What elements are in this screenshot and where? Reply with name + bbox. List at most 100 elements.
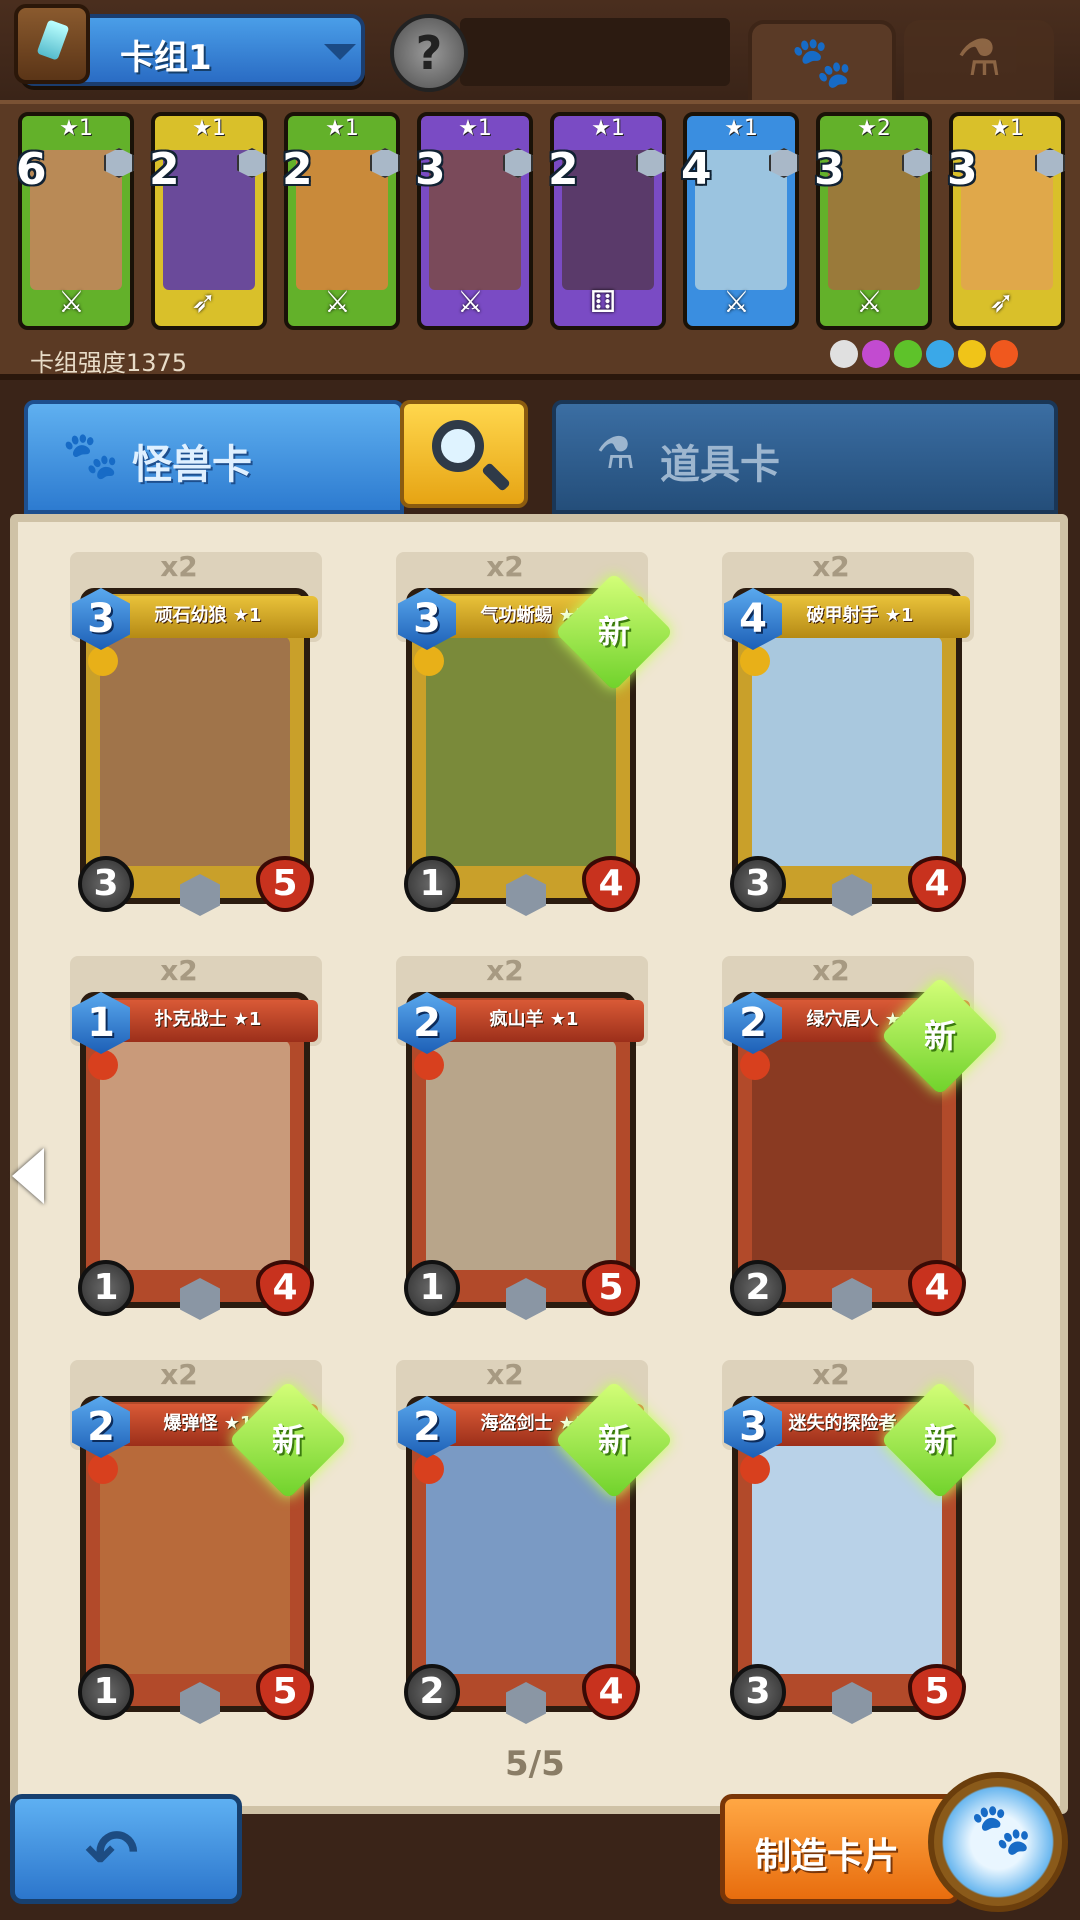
faction-icon (414, 646, 444, 676)
monster-card[interactable]: 爆弹怪 ★1 2 1 5 新 (72, 1380, 348, 1724)
avatar[interactable]: ? (390, 14, 468, 92)
tab-item-deck[interactable]: ⚗ (904, 20, 1054, 100)
card-cost: 4 (681, 144, 712, 195)
deck-card[interactable]: ★1 6 ⚔ (16, 112, 134, 330)
card-slot[interactable]: x2 顽石幼狼 ★1 3 3 5 (60, 550, 322, 916)
faction-icon (414, 1454, 444, 1484)
card-cost: 3 (947, 144, 978, 195)
card-attack: 1 (78, 1260, 134, 1316)
monster-card[interactable]: 破甲射手 ★1 4 3 4 (724, 588, 970, 916)
card-cost: 6 (16, 144, 47, 195)
monster-card[interactable]: 绿穴居人 ★1 2 2 4 新 (724, 976, 1000, 1320)
card-art (426, 1040, 616, 1270)
card-slot[interactable]: x2 扑克战士 ★1 1 1 4 (60, 954, 322, 1320)
card-name: 疯山羊 ★1 (424, 1000, 644, 1042)
paw-icon: 🐾 (970, 1800, 1033, 1858)
new-badge: 新 (880, 1380, 1000, 1500)
deck-card[interactable]: ★1 3 ➶ (947, 112, 1065, 330)
card-slot[interactable]: x2 爆弹怪 ★1 2 1 5 新 (60, 1358, 348, 1724)
card-count: x2 (160, 1358, 198, 1391)
card-attack: 1 (78, 1664, 134, 1720)
card-stars: ★2 (857, 116, 891, 141)
card-slot[interactable]: x2 绿穴居人 ★1 2 2 4 新 (712, 954, 1000, 1320)
card-slot[interactable]: x2 气功蜥蜴 ★1 3 1 4 新 (386, 550, 674, 916)
element-icon (926, 340, 954, 368)
new-badge-label: 新 (271, 1421, 304, 1459)
deck-card[interactable]: ★1 3 ⚔ (415, 112, 533, 330)
search-button[interactable] (400, 400, 528, 508)
card-count: x2 (486, 550, 524, 583)
deck-card[interactable]: ★2 3 ⚔ (814, 112, 932, 330)
card-attack: 2 (404, 1664, 460, 1720)
deck-power: 卡组强度1375 (30, 349, 188, 377)
tab-item-label: 道具卡 (660, 442, 780, 488)
monster-card[interactable]: 扑克战士 ★1 1 1 4 (72, 992, 318, 1320)
card-cost: 3 (415, 144, 446, 195)
faction-icon (740, 1454, 770, 1484)
potion-flask-icon[interactable]: 🐾 (928, 1772, 1068, 1912)
card-slot[interactable]: x2 破甲射手 ★1 4 3 4 (712, 550, 974, 916)
card-attack: 3 (78, 856, 134, 912)
tab-monster-cards[interactable]: 🐾 怪兽卡 (24, 400, 404, 514)
card-art (100, 636, 290, 866)
back-button[interactable]: ↶ (10, 1794, 242, 1904)
new-badge-label: 新 (597, 1421, 630, 1459)
card-stars: ★1 (192, 116, 226, 141)
card-slot[interactable]: x2 海盗剑士 ★1 2 2 4 新 (386, 1358, 674, 1724)
player-name-slot (460, 18, 730, 86)
new-badge-label: 新 (597, 613, 630, 651)
card-art (100, 1040, 290, 1270)
card-stars: ★1 (990, 116, 1024, 141)
chevron-down-icon (324, 44, 356, 60)
card-count: x2 (486, 1358, 524, 1391)
deck-book-icon (14, 4, 90, 84)
card-stars: ★1 (59, 116, 93, 141)
monster-card[interactable]: 海盗剑士 ★1 2 2 4 新 (398, 1380, 674, 1724)
card-slot[interactable]: x2 迷失的探险者 ★1 3 3 5 新 (712, 1358, 1000, 1724)
tab-monster-deck[interactable]: 🐾 (748, 20, 896, 100)
page-indicator: 5/5 (505, 1744, 565, 1784)
monster-card[interactable]: 顽石幼狼 ★1 3 3 5 (72, 588, 318, 916)
card-attack: 2 (730, 1260, 786, 1316)
element-icon (830, 340, 858, 368)
card-stars: ★1 (325, 116, 359, 141)
prev-page-arrow-icon[interactable] (12, 1148, 44, 1204)
card-cost: 3 (814, 144, 845, 195)
card-name: 顽石幼狼 ★1 (98, 596, 318, 638)
sword-icon: ⚔ (723, 285, 750, 320)
card-name: 扑克战士 ★1 (98, 1000, 318, 1042)
faction-icon (88, 646, 118, 676)
tab-monster-label: 怪兽卡 (132, 442, 252, 488)
sword-icon: ⚔ (856, 285, 883, 320)
card-attack: 3 (730, 856, 786, 912)
faction-icon (740, 646, 770, 676)
faction-icon (414, 1050, 444, 1080)
deck-card[interactable]: ★1 2 ➶ (149, 112, 267, 330)
deck-card[interactable]: ★1 2 ⚔ (282, 112, 400, 330)
card-attack: 1 (404, 1260, 460, 1316)
new-badge: 新 (554, 1380, 674, 1500)
monster-card[interactable]: 迷失的探险者 ★1 3 3 5 新 (724, 1380, 1000, 1724)
tab-item-cards[interactable]: ⚗ 道具卡 (552, 400, 1058, 514)
sword-icon: ⚔ (457, 285, 484, 320)
deck-card[interactable]: ★1 4 ⚔ (681, 112, 799, 330)
element-icon (958, 340, 986, 368)
potion-icon: ⚗ (956, 29, 1002, 87)
monster-card[interactable]: 气功蜥蜴 ★1 3 1 4 新 (398, 572, 674, 916)
monster-card[interactable]: 疯山羊 ★1 2 1 5 (398, 992, 644, 1320)
back-arrow-icon: ↶ (85, 1817, 139, 1891)
element-icon (862, 340, 890, 368)
new-badge-label: 新 (923, 1017, 956, 1055)
craft-card-button[interactable]: 制造卡片 (720, 1794, 960, 1904)
new-badge: 新 (880, 976, 1000, 1096)
sword-icon: ⚔ (58, 285, 85, 320)
bow-icon: ➶ (989, 285, 1015, 320)
card-slot[interactable]: x2 疯山羊 ★1 2 1 5 (386, 954, 648, 1320)
potion-icon: ⚗ (596, 428, 636, 479)
search-icon (432, 420, 484, 472)
sword-icon: ⚔ (324, 285, 351, 320)
faction-icon (740, 1050, 770, 1080)
paw-icon: 🐾 (62, 428, 120, 482)
card-count: x2 (812, 550, 850, 583)
deck-card[interactable]: ★1 2 ⚅ (548, 112, 666, 330)
